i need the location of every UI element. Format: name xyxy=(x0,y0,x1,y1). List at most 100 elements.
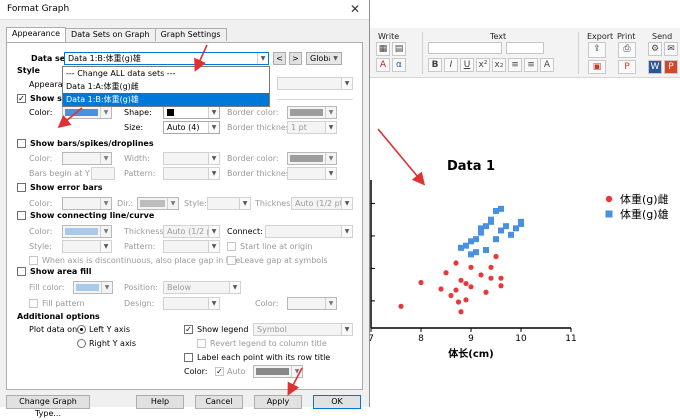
legend-type-select[interactable]: Symbol ▼ xyxy=(253,323,353,336)
line-pattern-select[interactable]: ▼ xyxy=(163,240,220,253)
chevron-down-icon: ▼ xyxy=(100,198,111,209)
text-format-icon[interactable]: A xyxy=(376,58,390,72)
show-area-fill-checkbox[interactable] xyxy=(17,267,26,276)
bars-width-select[interactable]: ▼ xyxy=(163,152,220,165)
area-position-select[interactable]: Below ▼ xyxy=(163,281,241,294)
tab-graph-settings[interactable]: Graph Settings xyxy=(154,28,227,41)
size-select[interactable]: Auto (4) ▼ xyxy=(163,121,220,134)
area-design-select[interactable]: ▼ xyxy=(163,297,220,310)
next-data-set-button[interactable]: > xyxy=(289,52,302,65)
fill-pattern-checkbox[interactable] xyxy=(29,299,38,308)
data-point-female xyxy=(448,292,454,299)
area-design-label: Design: xyxy=(124,299,155,308)
bars-border-thickness-select[interactable]: ▼ xyxy=(287,167,337,180)
border-color-picker[interactable]: ▼ xyxy=(287,106,337,119)
appearance-style-select[interactable]: ▼ xyxy=(277,77,353,90)
tab-data-sets-on-graph[interactable]: Data Sets on Graph xyxy=(65,28,156,41)
grid-icon[interactable]: ▦ xyxy=(376,42,390,56)
font-size-dropdown[interactable] xyxy=(506,42,544,54)
superscript-icon[interactable]: x² xyxy=(476,58,490,72)
data-set-dropdown-list: --- Change ALL data sets --- Data 1:A:体重… xyxy=(62,66,270,107)
powerpoint-icon[interactable]: P xyxy=(618,60,636,74)
shape-label: Shape: xyxy=(124,108,152,117)
global-dropdown[interactable]: Global ▼ xyxy=(306,52,342,65)
italic-icon[interactable]: I xyxy=(444,58,458,72)
line-thickness-select[interactable]: Auto (1/2 pt) ▼ xyxy=(163,225,220,238)
border-thickness-select[interactable]: 1 pt ▼ xyxy=(287,121,337,134)
data-point-female xyxy=(453,287,459,293)
bars-begin-input[interactable] xyxy=(91,167,115,180)
prev-data-set-button[interactable]: < xyxy=(273,52,286,65)
tab-appearance[interactable]: Appearance xyxy=(6,27,67,42)
border-color-label: Border color: xyxy=(227,108,279,117)
start-origin-checkbox[interactable] xyxy=(227,242,236,251)
show-error-bars-checkbox[interactable] xyxy=(17,183,26,192)
right-y-axis-radio[interactable] xyxy=(77,339,86,348)
left-y-axis-radio[interactable] xyxy=(77,325,86,334)
dropdown-option[interactable]: Data 1:A:体重(g)雌 xyxy=(63,80,269,93)
show-legend-checkbox[interactable]: ✓ xyxy=(184,325,193,334)
area-color-picker[interactable]: ▼ xyxy=(287,297,337,310)
text-color-icon[interactable]: A xyxy=(540,58,554,72)
dropdown-option-selected[interactable]: Data 1:B:体重(g)雄 xyxy=(63,93,269,106)
bars-border-color-label: Border color: xyxy=(227,154,279,163)
data-point-male xyxy=(493,236,499,243)
chevron-down-icon: ▼ xyxy=(341,78,352,89)
align-left-icon[interactable]: ≡ xyxy=(508,58,522,72)
line-color-picker[interactable]: ▼ xyxy=(62,225,112,238)
border-thickness-value: 1 pt xyxy=(291,123,307,132)
font-family-dropdown[interactable] xyxy=(428,42,502,54)
data-set-select[interactable]: Data 1:B:体重(g)雄 ▼ xyxy=(64,52,269,65)
label-points-checkbox[interactable] xyxy=(184,353,193,362)
area-fill-color-picker[interactable]: ▼ xyxy=(73,281,113,294)
pdf-export-icon[interactable]: ▣ xyxy=(588,60,606,74)
error-color-picker[interactable]: ▼ xyxy=(62,197,112,210)
close-icon[interactable]: ✕ xyxy=(350,2,360,16)
discontinuous-gap-checkbox[interactable] xyxy=(29,256,38,265)
style-section-title: Style xyxy=(17,66,40,75)
powerpoint-send-icon[interactable]: P xyxy=(664,60,678,74)
show-line-checkbox[interactable] xyxy=(17,211,26,220)
bars-color-picker[interactable]: ▼ xyxy=(62,152,112,165)
revert-legend-checkbox[interactable] xyxy=(197,339,206,348)
send-settings-icon[interactable]: ⚙ xyxy=(648,42,662,56)
printer-icon[interactable]: ⎙ xyxy=(618,42,636,58)
dropdown-option[interactable]: --- Change ALL data sets --- xyxy=(63,67,269,80)
table-icon[interactable]: ▤ xyxy=(392,42,406,56)
symbol-color-picker[interactable]: ▼ xyxy=(62,106,112,119)
bars-pattern-select[interactable]: ▼ xyxy=(163,167,220,180)
right-y-axis-label: Right Y axis xyxy=(89,339,137,348)
bars-border-color-picker[interactable]: ▼ xyxy=(287,152,337,165)
ribbon-group-print: Print xyxy=(617,32,636,41)
toolbar-ribbon: Write Text Export Print Send ▦ ▤ A α B I… xyxy=(366,28,680,78)
word-icon[interactable]: W xyxy=(648,60,662,74)
underline-icon[interactable]: U xyxy=(460,58,474,72)
show-bars-checkbox[interactable] xyxy=(17,139,26,148)
data-point-male xyxy=(488,216,494,223)
align-center-icon[interactable]: ≡ xyxy=(524,58,538,72)
error-dir-select[interactable]: ▼ xyxy=(137,197,179,210)
x-tick-label: 11 xyxy=(565,334,576,344)
data-point-male xyxy=(473,236,479,243)
chevron-down-icon: ▼ xyxy=(208,298,219,309)
line-style-label: Style: xyxy=(29,242,52,251)
bold-icon[interactable]: B xyxy=(428,58,442,72)
line-connect-select[interactable]: ▼ xyxy=(265,225,353,238)
leave-gap-checkbox[interactable] xyxy=(227,256,236,265)
error-style-label: Style: xyxy=(184,199,207,208)
shape-select[interactable]: ▼ xyxy=(163,106,220,119)
email-icon[interactable]: ✉ xyxy=(664,42,678,56)
dialog-titlebar: Format Graph ✕ xyxy=(0,0,369,20)
label-color-picker[interactable]: ▼ xyxy=(253,365,303,378)
auto-color-checkbox[interactable]: ✓ xyxy=(215,367,224,376)
line-style-select[interactable]: ▼ xyxy=(62,240,112,253)
subscript-icon[interactable]: x₂ xyxy=(492,58,506,72)
data-point-female xyxy=(488,275,494,281)
chevron-down-icon: ▼ xyxy=(229,282,240,293)
error-style-select[interactable]: ▼ xyxy=(207,197,251,210)
export-icon[interactable]: ⇪ xyxy=(588,42,606,58)
error-thickness-select[interactable]: Auto (1/2 pt) ▼ xyxy=(291,197,353,210)
symbol-alpha-icon[interactable]: α xyxy=(392,58,406,72)
symbol-color-label: Color: xyxy=(29,108,53,117)
show-symbols-checkbox[interactable]: ✓ xyxy=(17,94,26,103)
